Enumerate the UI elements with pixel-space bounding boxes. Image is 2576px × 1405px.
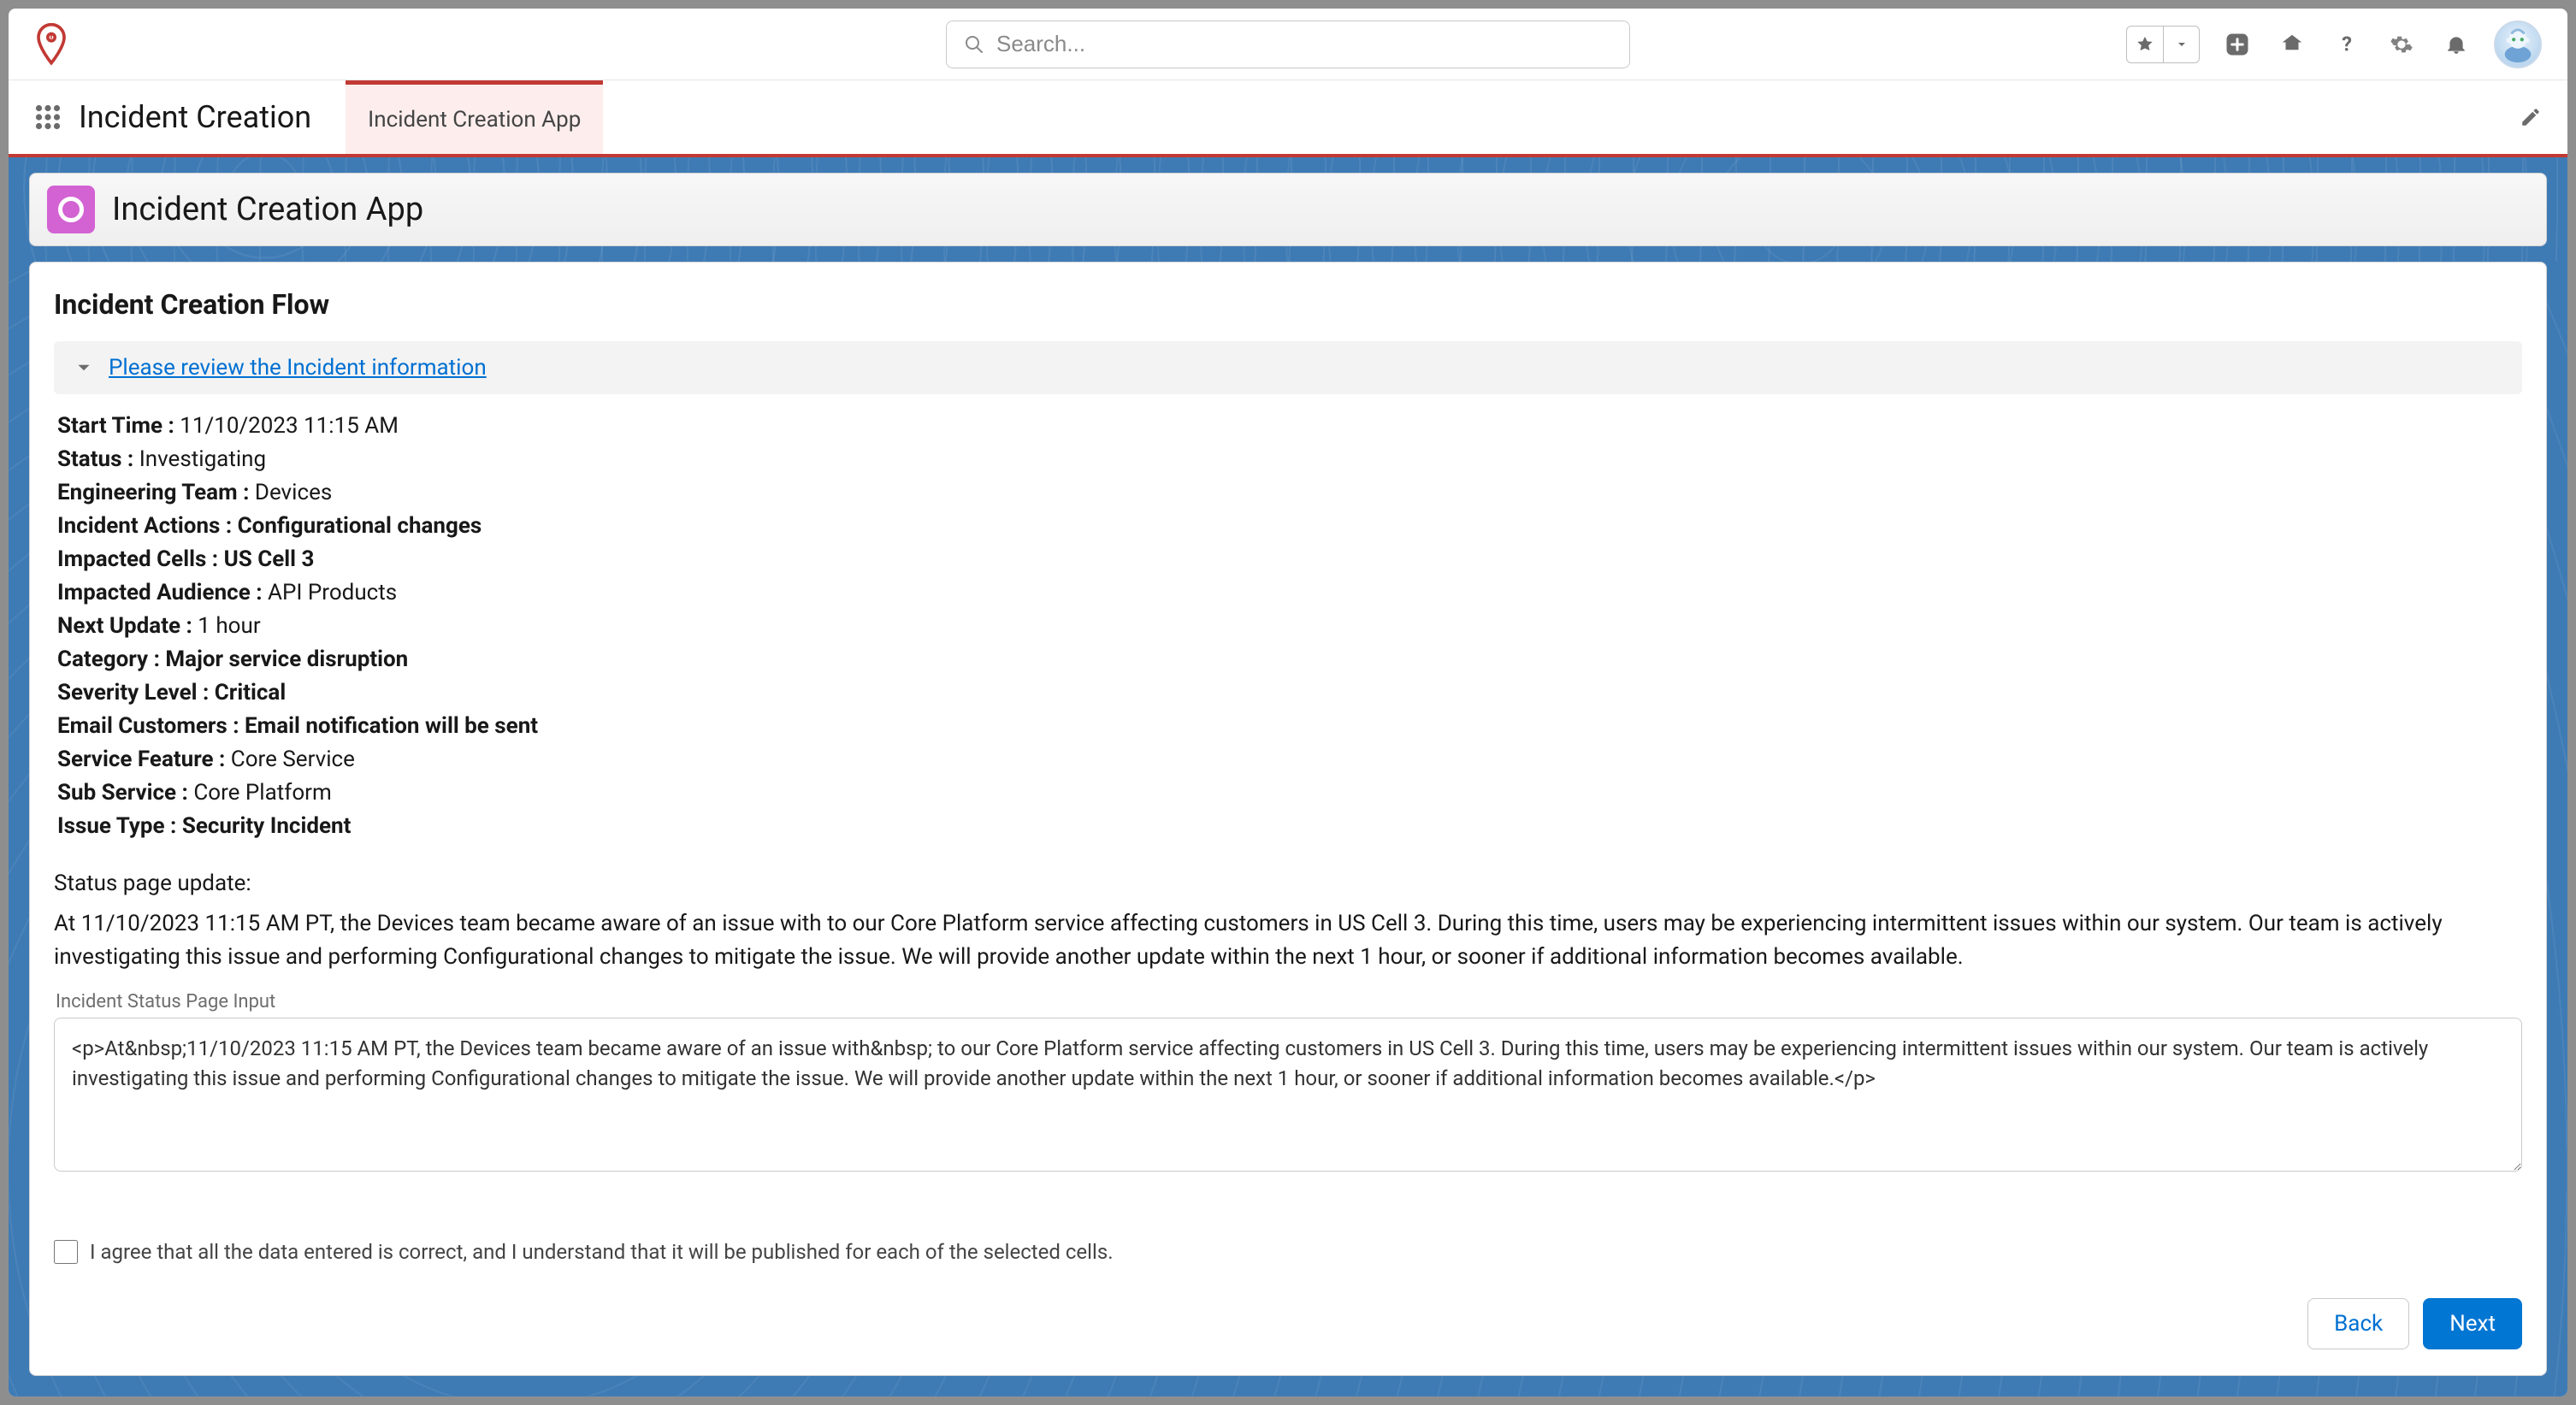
app-nav-bar: Incident Creation Incident Creation App — [9, 80, 2567, 157]
chevron-down-icon — [73, 357, 95, 379]
star-icon — [2127, 27, 2163, 62]
field-impacted-cells: Impacted Cells : US Cell 3 — [57, 543, 2522, 576]
page-title: Incident Creation App — [112, 191, 423, 228]
field-service-feature: Service Feature : Core Service — [57, 743, 2522, 776]
agree-text: I agree that all the data entered is cor… — [90, 1240, 1114, 1264]
bell-icon[interactable] — [2439, 27, 2473, 62]
help-icon[interactable]: ? — [2330, 27, 2364, 62]
field-next-update: Next Update : 1 hour — [57, 610, 2522, 643]
global-header: ! ? — [9, 9, 2567, 80]
favorites-menu[interactable] — [2126, 26, 2200, 63]
global-search — [946, 21, 1630, 68]
search-icon — [964, 34, 984, 55]
review-section-link[interactable]: Please review the Incident information — [109, 355, 487, 381]
agree-row[interactable]: I agree that all the data entered is cor… — [54, 1240, 2522, 1264]
review-section-header[interactable]: Please review the Incident information — [54, 341, 2522, 394]
status-page-update-label: Status page update: — [54, 867, 2522, 900]
field-start-time: Start Time : 11/10/2023 11:15 AM — [57, 410, 2522, 443]
field-status: Status : Investigating — [57, 443, 2522, 476]
status-page-input[interactable] — [54, 1018, 2522, 1172]
app-window: ! ? — [9, 9, 2567, 1396]
footer-buttons: Back Next — [54, 1298, 2522, 1349]
header-actions: ? — [2126, 21, 2542, 68]
cloud-icon[interactable] — [2275, 27, 2309, 62]
field-severity: Severity Level : Critical — [57, 676, 2522, 710]
field-impacted-audience: Impacted Audience : API Products — [57, 576, 2522, 610]
field-issue-type: Issue Type : Security Incident — [57, 810, 2522, 843]
avatar[interactable] — [2494, 21, 2542, 68]
page-header-icon — [47, 186, 95, 233]
field-email-customers: Email Customers : Email notification wil… — [57, 710, 2522, 743]
svg-text:!: ! — [50, 31, 52, 43]
field-incident-actions: Incident Actions : Configurational chang… — [57, 510, 2522, 543]
gear-icon[interactable] — [2384, 27, 2419, 62]
textarea-label: Incident Status Page Input — [56, 991, 2522, 1012]
app-launcher-icon[interactable] — [26, 80, 70, 154]
search-input[interactable] — [996, 31, 1612, 57]
incident-fields: Start Time : 11/10/2023 11:15 AM Status … — [54, 410, 2522, 843]
tab-incident-creation-app[interactable]: Incident Creation App — [346, 80, 603, 154]
next-button[interactable]: Next — [2423, 1298, 2522, 1349]
app-name: Incident Creation — [79, 80, 311, 154]
field-engineering-team: Engineering Team : Devices — [57, 476, 2522, 510]
add-button[interactable] — [2220, 27, 2254, 62]
page-header-card: Incident Creation App — [29, 173, 2547, 246]
search-box[interactable] — [946, 21, 1630, 68]
status-page-update-text: At 11/10/2023 11:15 AM PT, the Devices t… — [54, 907, 2522, 974]
flow-title: Incident Creation Flow — [54, 288, 2522, 321]
field-sub-service: Sub Service : Core Platform — [57, 776, 2522, 810]
edit-nav-icon[interactable] — [2520, 80, 2542, 154]
back-button[interactable]: Back — [2307, 1298, 2409, 1349]
flow-card: Incident Creation Flow Please review the… — [29, 262, 2547, 1376]
field-category: Category : Major service disruption — [57, 643, 2522, 676]
chevron-down-icon — [2163, 27, 2199, 62]
page-header-band: Incident Creation App — [9, 157, 2567, 262]
agree-checkbox[interactable] — [54, 1240, 78, 1264]
content-area: Incident Creation Flow Please review the… — [9, 262, 2567, 1396]
app-logo-pin-icon: ! — [34, 23, 68, 66]
svg-text:?: ? — [2342, 33, 2352, 56]
